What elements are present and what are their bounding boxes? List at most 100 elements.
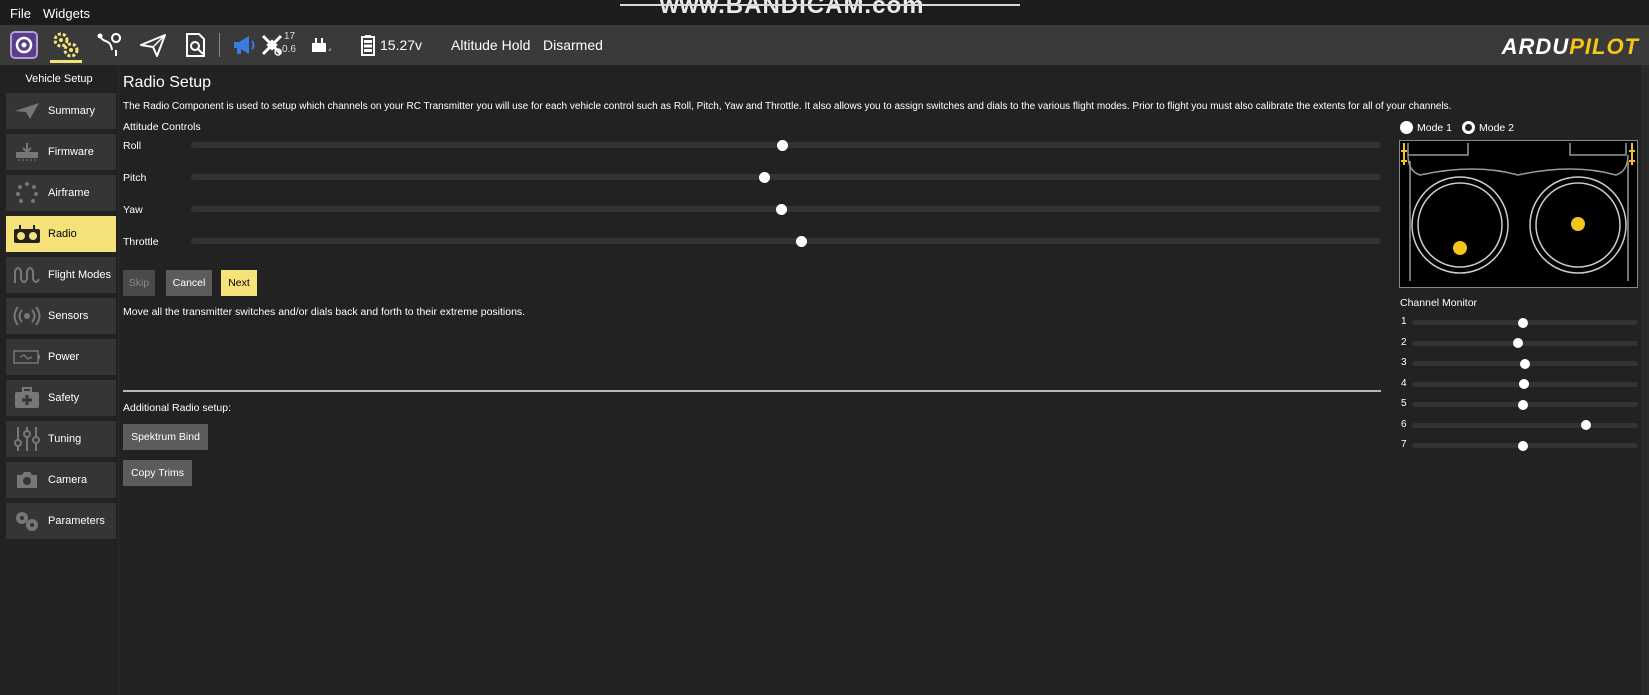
radio-transmitter-icon [10,216,44,252]
channel-monitor-title: Channel Monitor [1400,297,1478,309]
plan-view-icon[interactable] [94,29,126,61]
throttle-indicator [795,235,807,247]
channel-indicator [1518,379,1529,389]
yaw-indicator [775,203,787,215]
sidebar-item-label: Radio [48,228,77,240]
sidebar-item-label: Airframe [48,187,90,199]
sidebar-item-sensors[interactable]: Sensors [6,298,116,334]
next-button[interactable]: Next [221,270,257,296]
page-title: Radio Setup [123,74,212,91]
channel-indicator [1520,358,1530,369]
mode1-radio[interactable]: Mode 1 [1400,121,1452,134]
channel-number: 6 [1401,418,1407,430]
channel-number: 5 [1401,398,1407,409]
menu-bar: File Widgets www.BANDICAM.com [0,0,1649,25]
flight-mode-indicator[interactable]: Altitude Hold [451,37,530,53]
camera-icon [10,462,44,498]
channel-bar [1412,338,1638,348]
channel-bar [1412,420,1638,430]
mode2-radio[interactable]: Mode 2 [1462,121,1514,134]
copy-trims-button[interactable]: Copy Trims [123,460,192,486]
spektrum-bind-button[interactable]: Spektrum Bind [123,424,208,450]
main-toolbar: 17 0.6 15.27v Altitude Hold Disarmed ARD… [0,25,1649,65]
sidebar-item-label: Summary [48,105,96,117]
sidebar-item-label: Tuning [48,433,82,445]
throttle-label: Throttle [123,236,159,248]
throttle-channel-bar [191,235,1381,247]
sidebar-item-parameters[interactable]: Parameters [6,503,116,539]
sidebar-item-safety[interactable]: Safety [6,380,116,416]
rc-rssi-icon[interactable] [310,29,332,61]
sidebar-item-tuning[interactable]: Tuning [6,421,116,457]
yaw-channel-bar [191,203,1381,215]
calibration-instruction: Move all the transmitter switches and/or… [123,306,526,318]
ardupilot-logo: ARDUPILOT [1501,34,1639,59]
fly-view-icon[interactable] [137,29,169,61]
parameters-gears-icon [10,503,44,539]
radio-button-icon [1400,121,1413,134]
analyze-icon[interactable] [180,29,212,61]
sidebar-item-label: Flight Modes [48,269,111,281]
sidebar-item-summary[interactable]: Summary [6,93,116,129]
sidebar-item-firmware[interactable]: Firmware [6,134,116,170]
right-stick-position [1571,217,1585,231]
channel-number: 3 [1401,357,1407,368]
channel-indicator [1581,420,1592,430]
tuning-sliders-icon [10,421,44,457]
roll-label: Roll [123,140,142,152]
sidebar-item-label: Sensors [48,310,89,322]
pitch-label: Pitch [123,172,147,184]
firmware-download-icon [10,134,44,170]
radio-selected-icon [1462,121,1475,134]
menu-file[interactable]: File [10,6,31,21]
yaw-label: Yaw [123,204,143,216]
transmitter-sticks-display [1399,140,1638,288]
channel-indicator [1517,399,1528,410]
channel-bar [1412,379,1638,389]
roll-indicator [776,139,788,151]
arm-state-indicator[interactable]: Disarmed [543,37,603,53]
additional-radio-setup-header: Additional Radio setup: [123,402,231,414]
battery-voltage: 15.27v [380,37,423,53]
sidebar-item-flight-modes[interactable]: Flight Modes [6,257,116,293]
battery-icon[interactable] [358,29,378,61]
scrollbar[interactable] [1641,65,1649,695]
channel-number: 1 [1401,316,1407,327]
gps-hdop: 0.6 [282,44,296,55]
channel-indicator [1517,440,1528,451]
roll-channel-bar [191,139,1381,151]
menu-widgets[interactable]: Widgets [43,6,90,21]
sidebar-item-label: Parameters [48,515,105,527]
sidebar-item-label: Firmware [48,146,94,158]
pitch-channel-bar [191,171,1381,183]
vehicle-setup-gears-icon[interactable] [50,29,82,63]
sidebar-item-label: Camera [48,474,88,486]
toolbar-separator [219,33,220,57]
airframe-dots-icon [10,175,44,211]
sidebar-item-power[interactable]: Power [6,339,116,375]
skip-button[interactable]: Skip [123,270,155,296]
sidebar-header: Vehicle Setup [25,73,93,85]
sidebar-item-airframe[interactable]: Airframe [6,175,116,211]
gps-count: 17 [284,31,296,42]
section-divider [123,390,1381,392]
sensors-signal-icon [10,298,44,334]
cancel-button[interactable]: Cancel [166,270,212,296]
channel-indicator [1517,317,1528,328]
flight-modes-wave-icon [10,257,44,293]
messages-megaphone-icon[interactable] [228,29,260,61]
channel-bar [1412,317,1638,328]
qgc-logo-icon[interactable] [8,29,40,61]
gps-satellite-icon[interactable] [260,29,284,61]
sidebar-divider [118,65,119,695]
safety-kit-icon [10,380,44,416]
sidebar-item-camera[interactable]: Camera [6,462,116,498]
sidebar-item-radio[interactable]: Radio [6,216,116,252]
paper-plane-icon [10,93,44,129]
channel-number: 7 [1401,439,1407,450]
pitch-indicator [759,171,771,183]
sidebar-item-label: Safety [48,392,80,404]
sidebar-item-label: Power [48,351,80,363]
channel-bar [1412,399,1638,410]
channel-indicator [1512,338,1523,348]
